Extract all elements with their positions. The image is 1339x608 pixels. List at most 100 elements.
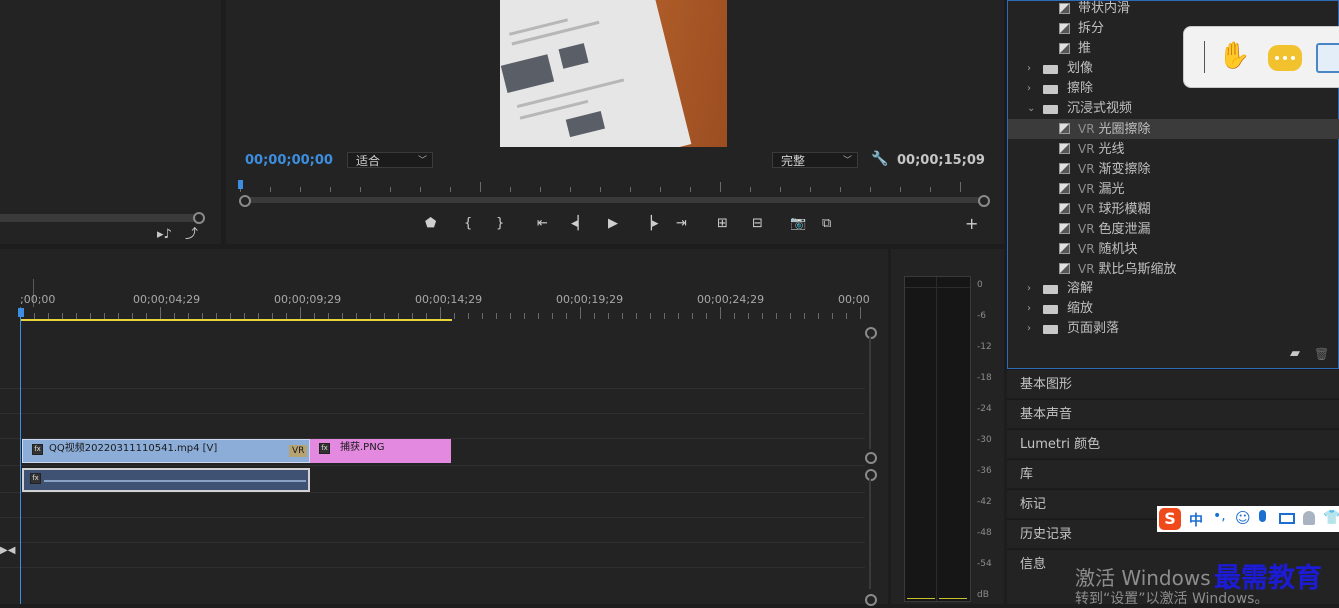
vr-prefix: VR <box>1078 262 1095 276</box>
insert-icon[interactable]: ⤴ <box>185 228 198 242</box>
button-editor-plus-icon[interactable]: + <box>965 214 978 233</box>
step-forward-icon[interactable]: ▕▸ <box>642 216 659 231</box>
effects-folder[interactable]: › 页面剥落 <box>1008 319 1339 339</box>
effects-folder[interactable]: ⌄ 沉浸式视频 <box>1008 99 1339 119</box>
mark-in-icon[interactable]: { <box>464 216 472 231</box>
effect-item[interactable]: VR 渐变擦除 <box>1008 159 1339 179</box>
vr-transition-marker[interactable]: VR <box>289 445 308 457</box>
program-playhead[interactable] <box>238 180 243 189</box>
program-time-ruler[interactable] <box>240 182 984 194</box>
effect-item[interactable]: VR 光圈擦除 <box>1008 119 1339 139</box>
transition-effect-icon <box>1059 3 1070 14</box>
program-current-timecode[interactable]: 00;00;00;00 <box>245 153 333 168</box>
playback-resolution-dropdown[interactable]: 完整 ﹀ <box>772 152 858 168</box>
effect-label-wrap: VR 光线 <box>1078 139 1125 160</box>
image-clip-label: 捕获.PNG <box>340 442 385 453</box>
add-marker-icon[interactable]: ⬟ <box>425 216 436 231</box>
timeline-playhead-line[interactable] <box>20 309 21 604</box>
lift-icon[interactable]: ⊞ <box>717 216 728 231</box>
window-icon[interactable] <box>1316 43 1339 73</box>
video-clip[interactable]: fx QQ视频20220311110541.mp4 [V] VR <box>22 439 310 463</box>
effects-folder[interactable]: › 缩放 <box>1008 299 1339 319</box>
effect-label-wrap: 溶解 <box>1067 279 1093 299</box>
audio-tracks-scroll-bar[interactable] <box>869 479 871 589</box>
timeline-time-ruler[interactable] <box>20 249 865 319</box>
trash-icon[interactable]: 🗑 <box>1314 347 1329 361</box>
chat-bubble-icon[interactable] <box>1268 45 1302 71</box>
chevron-right-icon[interactable]: › <box>1027 59 1031 79</box>
effect-item[interactable]: VR 光线 <box>1008 139 1339 159</box>
effects-folder[interactable]: › 溶解 <box>1008 279 1339 299</box>
folder-icon <box>1043 325 1058 334</box>
keyboard-icon[interactable] <box>1279 513 1295 524</box>
chevron-right-icon[interactable]: › <box>1027 319 1031 339</box>
folder-icon <box>1043 285 1058 294</box>
step-back-icon[interactable]: ◂▏ <box>571 216 588 231</box>
go-to-out-icon[interactable]: ⇥ <box>676 216 687 231</box>
ruler-time-label: ;00;00 <box>20 293 56 306</box>
vr-prefix: VR <box>1078 222 1095 236</box>
vr-prefix: VR <box>1078 162 1095 176</box>
wrench-settings-icon[interactable]: 🔧 <box>871 152 888 166</box>
video-scroll-bottom-handle[interactable] <box>865 452 877 464</box>
essential-graphics-panel-tab[interactable]: 基本图形 <box>1007 369 1339 398</box>
comparison-view-icon[interactable]: ⧉ <box>822 216 831 231</box>
chevron-right-icon[interactable]: › <box>1027 279 1031 299</box>
video-clip-label: QQ视频20220311110541.mp4 [V] <box>49 443 218 454</box>
audio-clip[interactable]: fx <box>22 468 310 492</box>
effect-label-wrap: 缩放 <box>1067 299 1093 319</box>
source-scrub-bar[interactable] <box>0 214 196 222</box>
new-bin-folder-icon[interactable]: ▰ <box>1290 347 1300 361</box>
export-frame-camera-icon[interactable]: 📷 <box>790 216 806 231</box>
track-divider <box>0 465 865 466</box>
lumetri-color-panel-tab[interactable]: Lumetri 颜色 <box>1007 429 1339 458</box>
skin-shirt-icon[interactable]: 👕 <box>1323 510 1339 526</box>
effect-item[interactable]: VR 球形模糊 <box>1008 199 1339 219</box>
fit-dropdown[interactable]: 适合 ﹀ <box>347 152 433 168</box>
program-zoom-scroll-bar[interactable] <box>244 197 984 203</box>
mark-out-icon[interactable]: } <box>496 216 504 231</box>
chevron-right-icon[interactable]: › <box>1027 299 1031 319</box>
vr-prefix: VR <box>1078 202 1095 216</box>
db-label: -42 <box>977 497 992 507</box>
effect-label: 拆分 <box>1078 21 1105 36</box>
image-clip[interactable]: fx 捕获.PNG <box>310 439 451 463</box>
go-to-in-icon[interactable]: ⇤ <box>537 216 548 231</box>
track-zoom-icon[interactable]: ▶◀ <box>0 544 15 558</box>
timeline-playhead-handle[interactable] <box>18 308 24 317</box>
effect-item[interactable]: VR 色度泄漏 <box>1008 219 1339 239</box>
transition-effect-icon <box>1059 23 1070 34</box>
chevron-down-icon[interactable]: ⌄ <box>1027 99 1035 119</box>
essential-sound-panel-tab[interactable]: 基本声音 <box>1007 399 1339 428</box>
scroll-left-handle[interactable] <box>239 195 251 207</box>
play-icon[interactable]: ▶ <box>608 216 618 231</box>
scroll-right-handle[interactable] <box>978 195 990 207</box>
audio-scroll-top-handle[interactable] <box>865 469 877 481</box>
video-tracks-scroll-bar[interactable] <box>869 337 871 449</box>
extract-icon[interactable]: ⊟ <box>752 216 763 231</box>
effect-label: 页面剥落 <box>1067 321 1120 336</box>
microphone-icon[interactable] <box>1259 510 1266 522</box>
export-audio-icon[interactable]: ▸♪ <box>157 228 172 242</box>
user-icon[interactable] <box>1303 511 1315 525</box>
chevron-right-icon[interactable]: › <box>1027 79 1031 99</box>
emoji-icon[interactable]: ☺ <box>1235 509 1251 527</box>
ime-mode-label[interactable]: 中 <box>1189 510 1203 530</box>
source-scrub-handle[interactable] <box>193 212 205 224</box>
timeline-panel: ;00;00 00;00;04;29 00;00;09;29 00;00;14;29 0… <box>0 249 888 606</box>
libraries-panel-tab[interactable]: 库 <box>1007 459 1339 488</box>
effect-item[interactable]: VR 漏光 <box>1008 179 1339 199</box>
punctuation-icon[interactable]: •, <box>1213 508 1226 524</box>
track-divider <box>0 492 865 493</box>
audio-scroll-bottom-handle[interactable] <box>865 594 877 606</box>
hand-icon[interactable]: ✋ <box>1218 41 1250 71</box>
work-area-bar[interactable] <box>20 319 452 321</box>
effect-label-wrap: VR 光圈擦除 <box>1078 119 1151 140</box>
video-scroll-top-handle[interactable] <box>865 327 877 339</box>
effect-item[interactable]: VR 随机块 <box>1008 239 1339 259</box>
effect-item[interactable]: VR 默比乌斯缩放 <box>1008 259 1339 279</box>
effect-item[interactable]: 带状内滑 <box>1008 0 1339 19</box>
sogou-logo-icon[interactable]: S <box>1159 508 1181 530</box>
effect-label: 默比乌斯缩放 <box>1098 262 1177 277</box>
effect-label-wrap: VR 渐变擦除 <box>1078 159 1151 180</box>
